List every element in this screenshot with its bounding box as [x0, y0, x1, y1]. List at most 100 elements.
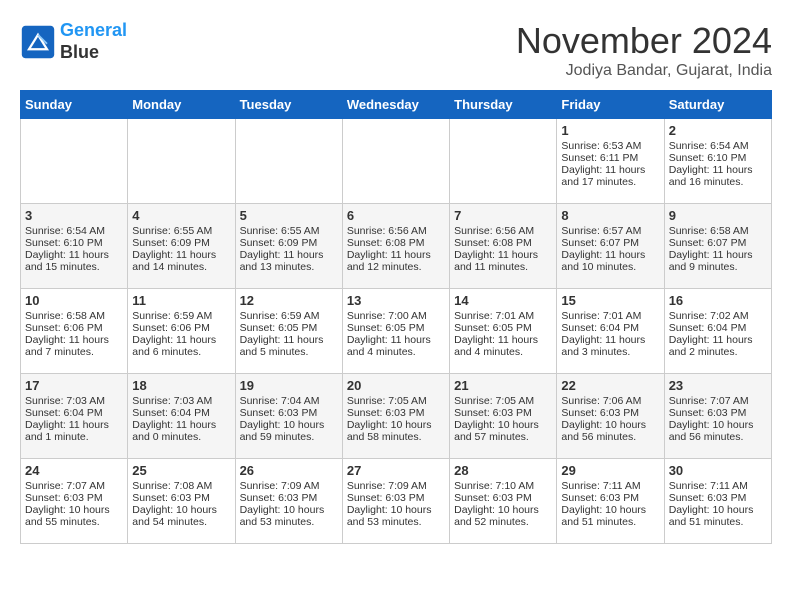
calendar-cell: 15Sunrise: 7:01 AMSunset: 6:04 PMDayligh…	[557, 289, 664, 374]
day-info: Daylight: 11 hours	[454, 249, 552, 261]
calendar-cell: 26Sunrise: 7:09 AMSunset: 6:03 PMDayligh…	[235, 459, 342, 544]
calendar-cell	[235, 119, 342, 204]
day-info: Daylight: 11 hours	[25, 334, 123, 346]
day-number: 2	[669, 123, 767, 138]
day-info: and 53 minutes.	[347, 516, 445, 528]
day-info: and 51 minutes.	[669, 516, 767, 528]
calendar-cell	[450, 119, 557, 204]
day-info: Sunrise: 7:01 AM	[561, 310, 659, 322]
day-info: and 59 minutes.	[240, 431, 338, 443]
day-info: and 3 minutes.	[561, 346, 659, 358]
day-info: and 15 minutes.	[25, 261, 123, 273]
day-number: 26	[240, 463, 338, 478]
calendar-cell: 16Sunrise: 7:02 AMSunset: 6:04 PMDayligh…	[664, 289, 771, 374]
day-number: 19	[240, 378, 338, 393]
day-info: and 13 minutes.	[240, 261, 338, 273]
day-info: and 11 minutes.	[454, 261, 552, 273]
day-info: and 2 minutes.	[669, 346, 767, 358]
day-number: 27	[347, 463, 445, 478]
day-info: Sunrise: 6:55 AM	[132, 225, 230, 237]
day-info: Sunrise: 7:02 AM	[669, 310, 767, 322]
day-info: Daylight: 10 hours	[240, 504, 338, 516]
day-info: Daylight: 11 hours	[669, 164, 767, 176]
day-info: Sunset: 6:04 PM	[561, 322, 659, 334]
day-number: 8	[561, 208, 659, 223]
day-info: Sunset: 6:08 PM	[347, 237, 445, 249]
day-number: 6	[347, 208, 445, 223]
calendar-cell: 19Sunrise: 7:04 AMSunset: 6:03 PMDayligh…	[235, 374, 342, 459]
day-info: Sunset: 6:03 PM	[347, 407, 445, 419]
day-info: Daylight: 10 hours	[132, 504, 230, 516]
day-info: Sunrise: 7:05 AM	[347, 395, 445, 407]
day-info: Daylight: 10 hours	[347, 504, 445, 516]
weekday-header: Thursday	[450, 91, 557, 119]
day-number: 12	[240, 293, 338, 308]
day-info: Sunrise: 7:11 AM	[669, 480, 767, 492]
day-info: Daylight: 11 hours	[132, 249, 230, 261]
day-info: and 9 minutes.	[669, 261, 767, 273]
day-info: Sunrise: 7:01 AM	[454, 310, 552, 322]
day-info: and 10 minutes.	[561, 261, 659, 273]
calendar-table: SundayMondayTuesdayWednesdayThursdayFrid…	[20, 90, 772, 544]
day-info: Sunrise: 6:54 AM	[25, 225, 123, 237]
day-info: Daylight: 10 hours	[669, 504, 767, 516]
day-info: Sunrise: 6:55 AM	[240, 225, 338, 237]
day-info: Daylight: 11 hours	[669, 334, 767, 346]
weekday-header: Tuesday	[235, 91, 342, 119]
day-info: Sunrise: 7:09 AM	[347, 480, 445, 492]
month-title: November 2024	[516, 20, 772, 62]
calendar-week-row: 3Sunrise: 6:54 AMSunset: 6:10 PMDaylight…	[21, 204, 772, 289]
day-info: Sunset: 6:03 PM	[561, 492, 659, 504]
calendar-cell: 6Sunrise: 6:56 AMSunset: 6:08 PMDaylight…	[342, 204, 449, 289]
day-number: 3	[25, 208, 123, 223]
day-info: Sunrise: 6:59 AM	[132, 310, 230, 322]
day-info: and 57 minutes.	[454, 431, 552, 443]
day-number: 9	[669, 208, 767, 223]
logo: General Blue	[20, 20, 127, 63]
day-number: 21	[454, 378, 552, 393]
day-info: Sunrise: 7:00 AM	[347, 310, 445, 322]
day-info: Sunrise: 7:07 AM	[25, 480, 123, 492]
day-info: and 54 minutes.	[132, 516, 230, 528]
calendar-cell: 18Sunrise: 7:03 AMSunset: 6:04 PMDayligh…	[128, 374, 235, 459]
day-info: and 56 minutes.	[669, 431, 767, 443]
day-info: Sunrise: 6:59 AM	[240, 310, 338, 322]
calendar-cell: 2 Sunrise: 6:54 AMSunset: 6:10 PMDaylight…	[664, 119, 771, 204]
weekday-header: Monday	[128, 91, 235, 119]
day-info: Sunset: 6:06 PM	[132, 322, 230, 334]
day-info: Sunrise: 6:54 AM	[669, 140, 767, 152]
day-info: Sunrise: 7:05 AM	[454, 395, 552, 407]
header-row: SundayMondayTuesdayWednesdayThursdayFrid…	[21, 91, 772, 119]
calendar-cell: 8Sunrise: 6:57 AMSunset: 6:07 PMDaylight…	[557, 204, 664, 289]
calendar-cell: 12 Sunrise: 6:59 AMSunset: 6:05 PMDayligh…	[235, 289, 342, 374]
calendar-cell: 4Sunrise: 6:55 AMSunset: 6:09 PMDaylight…	[128, 204, 235, 289]
calendar-cell: 20Sunrise: 7:05 AMSunset: 6:03 PMDayligh…	[342, 374, 449, 459]
day-info: Daylight: 11 hours	[240, 334, 338, 346]
day-info: Sunset: 6:06 PM	[25, 322, 123, 334]
day-info: Sunrise: 7:09 AM	[240, 480, 338, 492]
day-info: Daylight: 10 hours	[240, 419, 338, 431]
day-info: and 4 minutes.	[454, 346, 552, 358]
day-info: Daylight: 11 hours	[240, 249, 338, 261]
weekday-header: Saturday	[664, 91, 771, 119]
location: Jodiya Bandar, Gujarat, India	[516, 62, 772, 80]
day-info: Sunset: 6:03 PM	[132, 492, 230, 504]
day-info: Daylight: 10 hours	[561, 504, 659, 516]
day-info: Sunrise: 6:58 AM	[25, 310, 123, 322]
day-info: and 1 minute.	[25, 431, 123, 443]
day-info: Daylight: 11 hours	[561, 249, 659, 261]
calendar-cell: 28Sunrise: 7:10 AMSunset: 6:03 PMDayligh…	[450, 459, 557, 544]
day-number: 13	[347, 293, 445, 308]
day-info: Sunrise: 7:08 AM	[132, 480, 230, 492]
day-info: Sunset: 6:09 PM	[240, 237, 338, 249]
day-number: 30	[669, 463, 767, 478]
day-info: Sunset: 6:10 PM	[669, 152, 767, 164]
day-number: 22	[561, 378, 659, 393]
day-info: and 53 minutes.	[240, 516, 338, 528]
calendar-week-row: 17Sunrise: 7:03 AMSunset: 6:04 PMDayligh…	[21, 374, 772, 459]
day-info: Sunset: 6:05 PM	[240, 322, 338, 334]
day-info: Sunrise: 6:53 AM	[561, 140, 659, 152]
calendar-cell: 29Sunrise: 7:11 AMSunset: 6:03 PMDayligh…	[557, 459, 664, 544]
page-header: General Blue November 2024 Jodiya Bandar…	[20, 20, 772, 80]
day-number: 25	[132, 463, 230, 478]
